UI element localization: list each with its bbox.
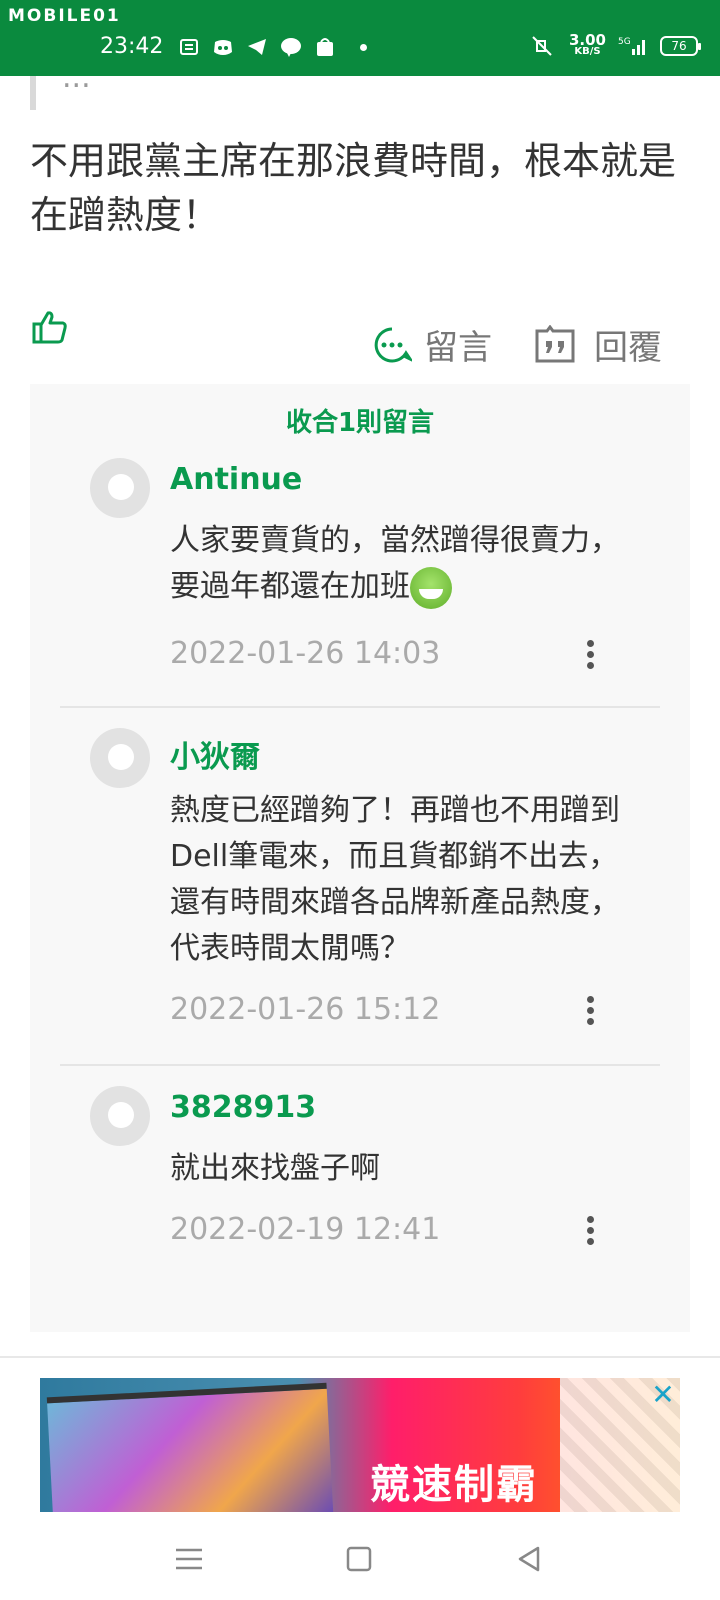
- comment-button[interactable]: 留言: [372, 320, 492, 369]
- status-time: 23:42: [100, 34, 164, 59]
- quote-fragment: ...: [62, 60, 91, 95]
- ad-laptop-image: [46, 1382, 334, 1512]
- news-icon: [180, 39, 198, 55]
- comment-username[interactable]: 3828913: [170, 1090, 316, 1125]
- post-body: 不用跟黨主席在那浪費時間，根本就是在蹭熱度！: [30, 139, 677, 237]
- more-options-icon[interactable]: [580, 636, 600, 676]
- more-options-icon[interactable]: [580, 1212, 600, 1252]
- comment-username[interactable]: Antinue: [170, 462, 302, 497]
- home-icon[interactable]: [342, 1544, 376, 1574]
- signal-icon: 5G: [618, 37, 645, 55]
- more-options-icon[interactable]: [580, 992, 600, 1032]
- system-indicators: 3.00 KB/S 5G 76: [527, 33, 701, 58]
- avatar[interactable]: [90, 728, 150, 788]
- system-nav-bar: [0, 1512, 720, 1600]
- comments-panel: 收合1則留言 Antinue 人家要賣貨的，當然蹭得很賣力，要過年都還在加班 2…: [30, 384, 690, 1332]
- avatar[interactable]: [90, 458, 150, 518]
- like-icon[interactable]: [30, 308, 70, 348]
- status-bar: MOBILE01 23:42 3.00 KB/S 5G 76: [0, 0, 720, 76]
- ad-close-icon[interactable]: ✕: [648, 1380, 678, 1410]
- line-icon: [281, 38, 301, 57]
- quote-icon: [535, 324, 575, 362]
- battery-icon: 76: [660, 36, 701, 56]
- comment-text: 人家要賣貨的，當然蹭得很賣力，要過年都還在加班: [170, 518, 640, 610]
- telegram-icon: [248, 39, 266, 55]
- discord-icon: [214, 40, 232, 55]
- comment-divider: [60, 1064, 660, 1066]
- comment-text-content: 人家要賣貨的，當然蹭得很賣力，要過年都還在加班: [170, 523, 620, 604]
- ad-title: 競速制霸: [370, 1462, 538, 1508]
- comment-text: 就出來找盤子啊: [170, 1151, 380, 1186]
- comment-timestamp: 2022-01-26 15:12: [170, 992, 441, 1027]
- section-divider: [0, 1356, 720, 1358]
- comment-divider: [60, 706, 660, 708]
- mobile01-logo: MOBILE01: [8, 6, 121, 26]
- collapse-comments-link[interactable]: 收合1則留言: [30, 402, 690, 439]
- network-type: 5G: [618, 37, 631, 47]
- network-speed: 3.00 KB/S: [569, 33, 606, 58]
- comment-username[interactable]: 小狄爾: [170, 732, 260, 776]
- ad-banner[interactable]: 競速制霸: [40, 1378, 680, 1512]
- comment-timestamp: 2022-01-26 14:03: [170, 636, 441, 671]
- comment-text: 熱度已經蹭夠了！再蹭也不用蹭到Dell筆電來，而且貨都銷不出去，還有時間來蹭各品…: [170, 793, 620, 966]
- comment-bubble-icon: [374, 327, 412, 362]
- grinning-devil-emoji-icon: [410, 566, 452, 609]
- notification-icons: [178, 36, 367, 58]
- dot-icon: [360, 43, 367, 51]
- mute-icon: [532, 36, 552, 56]
- back-icon[interactable]: [512, 1544, 546, 1574]
- quote-bar: [30, 76, 36, 110]
- comment-timestamp: 2022-02-19 12:41: [170, 1212, 441, 1247]
- comment-label: 留言: [424, 328, 492, 368]
- menu-icon[interactable]: [172, 1544, 206, 1574]
- avatar[interactable]: [90, 1086, 150, 1146]
- reply-button[interactable]: 回覆: [534, 320, 662, 369]
- reply-label: 回覆: [594, 328, 662, 368]
- shopee-icon: [317, 38, 333, 56]
- speed-unit: KB/S: [574, 46, 601, 57]
